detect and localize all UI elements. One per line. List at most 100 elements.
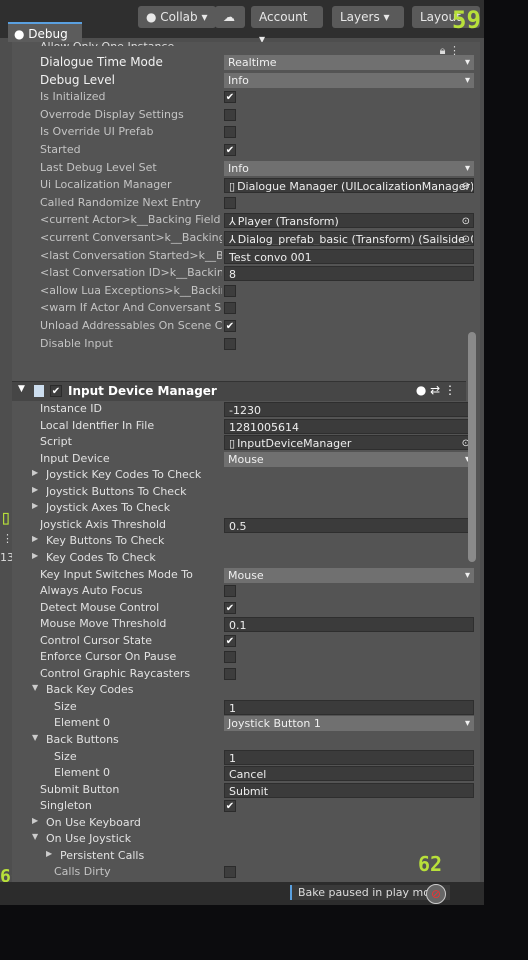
script-object[interactable]: ▯ InputDeviceManager ⊙ (224, 435, 474, 451)
key-input-switches-mode-to-dropdown[interactable]: Mouse (224, 567, 474, 583)
is-override-ui-prefab-checkbox[interactable] (224, 126, 236, 139)
last-debug-level-set-dropdown[interactable]: Info (224, 160, 474, 176)
value-text: Mouse (228, 568, 264, 582)
calls-dirty-checkbox[interactable] (224, 866, 236, 879)
layers-button[interactable]: Layers ▾ (332, 6, 404, 28)
property-label: Joystick Axis Threshold (40, 517, 167, 531)
instance-id-field[interactable]: -1230 (224, 402, 474, 417)
joystick-axis-threshold-field[interactable]: 0.5 (224, 517, 474, 533)
ui-localization-manager-object[interactable]: ▯ Dialogue Manager (UILocalizationManager… (224, 178, 474, 194)
singleton-checkbox[interactable]: ✔ (224, 800, 236, 813)
foldout-closed-arrow-icon[interactable]: ▶ (32, 468, 38, 477)
property-row-joystick-key-codes-to-check: ▶ Joystick Key Codes To Check (32, 467, 472, 484)
object-picker-icon[interactable]: ⊙ (462, 232, 470, 245)
scrollbar[interactable] (468, 332, 476, 562)
property-label: Input Device (40, 451, 110, 465)
property-label: Size (54, 749, 77, 763)
script-icon: ▯ (229, 180, 236, 194)
foldout-open-arrow-icon[interactable]: ▼ (32, 832, 38, 841)
property-row-dialogue-time-mode: Dialogue Time Mode Realtime (32, 54, 474, 71)
property-label: Calls Dirty (54, 865, 111, 879)
property-label: Detect Mouse Control (40, 600, 160, 614)
property-label: Instance ID (40, 402, 102, 415)
last-conversation-id-k-backing-field[interactable]: 8 (224, 266, 474, 282)
property-row-last-conversation-started-k-bac: <last Conversation Started>k__Bac Test co… (32, 248, 474, 265)
is-initialized-checkbox[interactable]: ✔ (224, 91, 236, 104)
foldout-closed-arrow-icon[interactable]: ▶ (32, 816, 38, 825)
foldout-closed-arrow-icon[interactable]: ▶ (32, 501, 38, 510)
property-row-key-input-switches-mode-to: Key Input Switches Mode To Mouse (32, 567, 474, 584)
property-row-disable-input: Disable Input (32, 336, 472, 353)
value-text: Info (228, 73, 249, 87)
collab-label: Collab (160, 10, 198, 24)
value-text: Realtime (228, 56, 277, 69)
status-bar: Bake paused in play mode ⊘ (0, 882, 484, 905)
cloud-icon: ☁ (223, 10, 235, 24)
property-label: Is Initialized (40, 90, 106, 104)
property-row-size: Size 1 (32, 699, 474, 716)
property-label: Control Cursor State (40, 633, 153, 647)
collab-button[interactable]: ● Collab ▾ (138, 6, 216, 28)
dialogue-time-mode-dropdown[interactable]: Realtime (224, 55, 474, 70)
control-graphic-raycasters-checkbox[interactable] (224, 667, 236, 680)
property-label: Submit Button (40, 782, 120, 796)
property-label: Disable Input (40, 336, 113, 350)
foldout-closed-arrow-icon[interactable]: ▶ (46, 849, 52, 858)
property-label: Key Input Switches Mode To (40, 567, 193, 581)
property-row-is-initialized: Is Initialized ✔ (32, 89, 472, 106)
local-identfier-in-file-field[interactable]: 1281005614 (224, 418, 474, 434)
debug-level-dropdown[interactable]: Info (224, 72, 474, 88)
cloud-button[interactable]: ☁ (215, 6, 245, 28)
foldout-open-arrow-icon[interactable]: ▼ (32, 683, 38, 692)
control-cursor-state-checkbox[interactable]: ✔ (224, 634, 236, 647)
bake-status-icon[interactable]: ⊘ (426, 884, 446, 904)
property-label: Element 0 (54, 766, 111, 780)
value-text: Cancel (229, 768, 267, 782)
property-label: Mouse Move Threshold (40, 617, 167, 631)
foldout-closed-arrow-icon[interactable]: ▶ (32, 485, 38, 494)
enforce-cursor-on-pause-checkbox[interactable] (224, 651, 236, 664)
started-checkbox[interactable]: ✔ (224, 144, 236, 156)
size-field[interactable]: 1 (224, 749, 474, 765)
property-label: <allow Lua Exceptions>k__Backing (40, 283, 222, 297)
element-0-dropdown[interactable]: Joystick Button 1 (224, 716, 474, 732)
account-button[interactable]: Account ▾ (251, 6, 323, 46)
called-randomize-next-entry-checkbox[interactable] (224, 196, 236, 209)
detect-mouse-control-checkbox[interactable]: ✔ (224, 601, 236, 614)
current-conversant-k-backing-f-object[interactable]: ⅄ Dialog_prefab_basic (Transform) (Sailsi… (224, 231, 474, 246)
overrode-display-settings-checkbox[interactable] (224, 108, 236, 121)
component-menu-icons[interactable]: ● ⇄ ⋮ (416, 383, 456, 397)
value-text: Submit (229, 784, 269, 798)
tab-debug[interactable]: ● Debug (8, 22, 82, 42)
foldout-closed-arrow-icon[interactable]: ▶ (32, 534, 38, 543)
property-label: Debug Level (40, 72, 115, 87)
allow-lua-exceptions-k-backing-checkbox[interactable] (224, 284, 236, 297)
property-label: <warn If Actor And Conversant Sar (40, 301, 222, 315)
property-row-back-key-codes: ▼ Back Key Codes (32, 682, 472, 699)
inspector-panel: Allow Only One Instance 🔒︎ ⋮ Dialogue Ti… (12, 40, 480, 882)
always-auto-focus-checkbox[interactable] (224, 585, 236, 598)
foldout-open-arrow-icon[interactable]: ▼ (32, 733, 38, 742)
property-row-detect-mouse-control: Detect Mouse Control ✔ (32, 600, 472, 617)
foldout-closed-arrow-icon[interactable]: ▶ (32, 551, 38, 560)
object-picker-icon[interactable]: ⊙ (462, 179, 470, 192)
foldout-arrow-icon[interactable]: ▼ (18, 384, 25, 394)
property-row-debug-level: Debug Level Info (32, 72, 474, 89)
submit-button-field[interactable]: Submit (224, 782, 474, 798)
current-actor-k-backing-field-object[interactable]: ⅄ Player (Transform) ⊙ (224, 213, 474, 229)
mouse-move-threshold-field[interactable]: 0.1 (224, 617, 474, 633)
size-field[interactable]: 1 (224, 699, 474, 715)
fps-right: 62 (418, 852, 443, 876)
unload-addressables-on-scene-ch-checkbox[interactable]: ✔ (224, 320, 236, 332)
warn-if-actor-and-conversant-sar-checkbox[interactable] (224, 302, 236, 315)
object-picker-icon[interactable]: ⊙ (462, 214, 470, 227)
component-header-input-device-manager[interactable]: ▼ ✔ Input Device Manager ● ⇄ ⋮ (12, 381, 466, 401)
input-device-dropdown[interactable]: Mouse (224, 451, 474, 467)
property-row-joystick-buttons-to-check: ▶ Joystick Buttons To Check (32, 484, 472, 501)
element-0-field[interactable]: Cancel (224, 766, 474, 782)
disable-input-checkbox[interactable] (224, 337, 236, 350)
property-row-instance-id: Instance ID -1230 (32, 401, 474, 418)
property-label: Is Override UI Prefab (40, 125, 154, 139)
last-conversation-started-k-bac-field[interactable]: Test convo 001 (224, 248, 474, 264)
component-enabled-checkbox[interactable]: ✔ (50, 385, 62, 397)
